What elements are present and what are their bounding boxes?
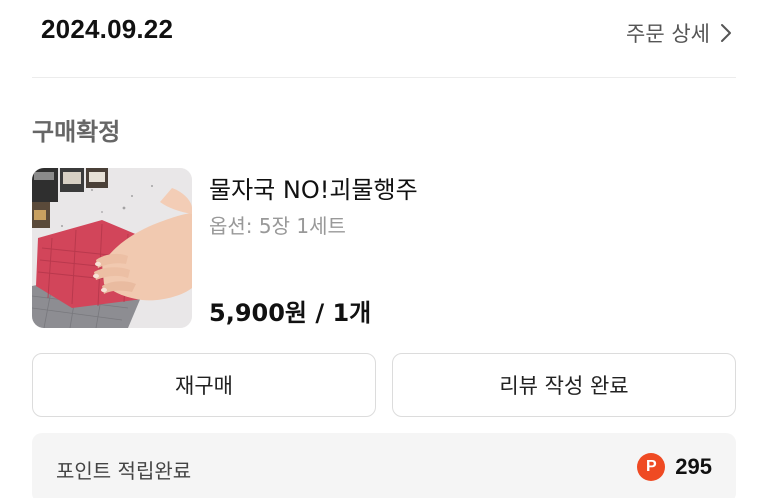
point-icon: P: [637, 453, 666, 481]
product-price: 5,900원 / 1개: [209, 299, 372, 327]
order-header: 2024.09.22 주문 상세: [0, 0, 768, 78]
product-name[interactable]: 물자국 NO!괴물행주: [209, 170, 418, 205]
points-banner: 포인트 적립완료 P 295: [32, 433, 736, 498]
points-label: 포인트 적립완료: [56, 459, 192, 483]
header-divider: [32, 77, 736, 78]
order-date: 2024.09.22: [41, 14, 174, 44]
points-value: P 295: [637, 453, 712, 481]
order-detail-link[interactable]: 주문 상세: [626, 18, 732, 48]
product-thumbnail[interactable]: [32, 168, 192, 328]
product-option: 옵션: 5장 1세트: [209, 214, 346, 238]
order-detail-label: 주문 상세: [626, 22, 710, 46]
chevron-right-icon: [720, 23, 732, 43]
review-complete-button[interactable]: 리뷰 작성 완료: [392, 353, 736, 417]
order-card: 2024.09.22 주문 상세 구매확정 물자국 NO!괴물행주 옵션: 5장…: [0, 0, 768, 498]
order-status: 구매확정: [32, 118, 121, 146]
rebuy-button[interactable]: 재구매: [32, 353, 376, 417]
points-amount: 295: [675, 454, 712, 479]
